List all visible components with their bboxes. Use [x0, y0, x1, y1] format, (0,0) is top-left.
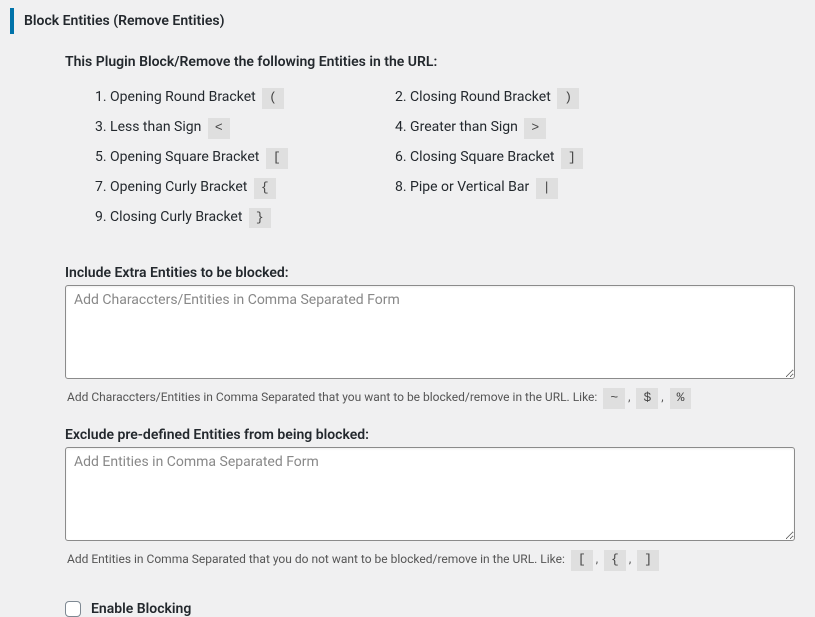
chip: ]	[637, 550, 659, 571]
chip: %	[670, 388, 692, 409]
entity-item: 1. Opening Round Bracket (	[95, 88, 395, 109]
entity-chip: ]	[561, 148, 583, 169]
block-entities-panel: Block Entities (Remove Entities) This Pl…	[10, 8, 805, 617]
enable-blocking-checkbox[interactable]	[65, 601, 81, 617]
intro-text: This Plugin Block/Remove the following E…	[65, 54, 795, 70]
chip: ~	[603, 388, 625, 409]
exclude-textarea[interactable]	[65, 447, 795, 541]
chip: $	[636, 388, 658, 409]
entity-item: 6. Closing Square Bracket ]	[395, 148, 695, 169]
entity-chip: {	[254, 178, 276, 199]
panel-heading: Block Entities (Remove Entities)	[10, 8, 805, 34]
entity-chip: }	[249, 208, 271, 229]
entity-chip: <	[208, 118, 230, 139]
exclude-label: Exclude pre-defined Entities from being …	[65, 427, 795, 443]
include-help: Add Characcters/Entities in Comma Separa…	[65, 383, 795, 421]
enable-blocking-label[interactable]: Enable Blocking	[91, 601, 191, 617]
include-label: Include Extra Entities to be blocked:	[65, 265, 795, 281]
enable-blocking-row: Enable Blocking	[65, 601, 795, 617]
entity-item: 3. Less than Sign <	[95, 118, 395, 139]
entity-item: 7. Opening Curly Bracket {	[95, 178, 395, 199]
entity-chip: >	[524, 118, 546, 139]
include-group: Include Extra Entities to be blocked: Ad…	[65, 265, 795, 421]
entity-item: 5. Opening Square Bracket [	[95, 148, 395, 169]
include-textarea[interactable]	[65, 285, 795, 379]
exclude-group: Exclude pre-defined Entities from being …	[65, 427, 795, 583]
entity-chip: )	[557, 88, 579, 109]
entity-chip: |	[536, 178, 558, 199]
exclude-help: Add Entities in Comma Separated that you…	[65, 545, 795, 583]
entity-item: 2. Closing Round Bracket )	[395, 88, 695, 109]
entity-list: 1. Opening Round Bracket (2. Closing Rou…	[65, 88, 795, 237]
panel-body: This Plugin Block/Remove the following E…	[10, 54, 805, 617]
entity-item: 9. Closing Curly Bracket }	[95, 208, 395, 229]
entity-item: 4. Greater than Sign >	[395, 118, 695, 139]
entity-item: 8. Pipe or Vertical Bar |	[395, 178, 695, 199]
entity-chip: [	[266, 148, 288, 169]
chip: {	[604, 550, 626, 571]
entity-chip: (	[262, 88, 284, 109]
chip: [	[571, 550, 593, 571]
